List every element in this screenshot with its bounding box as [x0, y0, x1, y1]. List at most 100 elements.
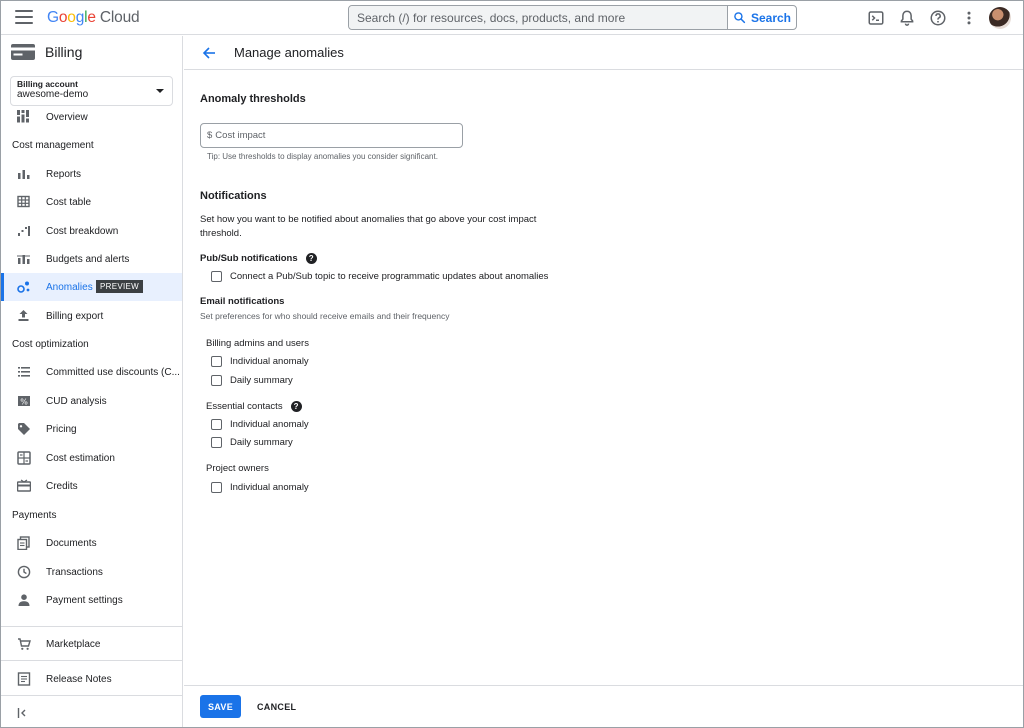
essential-contacts-daily-checkbox[interactable]: [211, 437, 222, 448]
sidebar-item-cud-analysis[interactable]: % CUD analysis: [1, 387, 182, 415]
anomalies-icon: [17, 281, 30, 293]
sidebar-item-committed-use-discounts[interactable]: Committed use discounts (C...: [1, 358, 182, 386]
billing-admins-individual-option[interactable]: Individual anomaly: [211, 356, 309, 367]
sidebar-item-documents[interactable]: Documents: [1, 529, 182, 557]
back-arrow-icon[interactable]: [202, 46, 216, 60]
tag-icon: [18, 423, 30, 435]
sidebar-item-marketplace[interactable]: Marketplace: [1, 630, 182, 658]
sidebar-item-label: Credits: [46, 480, 78, 492]
app-frame: Google Cloud Search Billing Billing acco…: [0, 0, 1024, 728]
pubsub-option[interactable]: Connect a Pub/Sub topic to receive progr…: [211, 271, 548, 282]
sidebar-item-label: Transactions: [46, 566, 103, 578]
sidebar-item-billing-export[interactable]: Billing export: [1, 302, 182, 330]
pubsub-label-text: Pub/Sub notifications: [200, 253, 298, 264]
avatar[interactable]: [989, 7, 1011, 29]
help-icon[interactable]: ?: [305, 253, 317, 264]
more-vert-icon[interactable]: [960, 9, 978, 27]
group-billing-admins: Billing admins and users: [206, 338, 309, 349]
search-input[interactable]: [349, 6, 727, 29]
threshold-tip: Tip: Use thresholds to display anomalies…: [207, 152, 438, 161]
sidebar-item-label: Anomalies: [46, 281, 93, 293]
billing-admins-daily-checkbox[interactable]: [211, 375, 222, 386]
group-project-owners-label: Project owners: [206, 463, 269, 474]
option-label: Daily summary: [230, 375, 293, 386]
preview-badge: PREVIEW: [96, 280, 143, 293]
sidebar-item-label: Committed use discounts (C...: [46, 366, 180, 378]
clock-icon: [17, 565, 31, 579]
sidebar-item-cost-estimation[interactable]: Cost estimation: [1, 444, 182, 472]
credits-icon: [17, 479, 31, 492]
sidebar-item-label: Pricing: [46, 423, 77, 435]
sidebar-item-label: Marketplace: [46, 638, 101, 650]
person-icon: [18, 594, 30, 606]
help-icon[interactable]: [929, 9, 947, 27]
sidebar-item-cost-table[interactable]: Cost table: [1, 188, 182, 216]
project-owners-individual-checkbox[interactable]: [211, 482, 222, 493]
cancel-button[interactable]: CANCEL: [251, 695, 302, 718]
page-title: Manage anomalies: [234, 45, 344, 60]
sidebar-item-label: Reports: [46, 168, 82, 180]
sidebar-item-budgets[interactable]: Budgets and alerts: [1, 245, 182, 273]
sidebar-item-pricing[interactable]: Pricing: [1, 415, 182, 443]
sidebar-item-transactions[interactable]: Transactions: [1, 558, 182, 586]
sidebar-item-cost-breakdown[interactable]: Cost breakdown: [1, 217, 182, 245]
search-button[interactable]: Search: [727, 6, 796, 29]
page-header: Manage anomalies: [184, 36, 1023, 70]
budget-icon: [17, 255, 30, 264]
billing-admins-individual-checkbox[interactable]: [211, 356, 222, 367]
sidebar-item-label: CUD analysis: [46, 395, 107, 407]
sidebar-item-overview[interactable]: Overview: [1, 103, 182, 131]
sidebar-item-reports[interactable]: Reports: [1, 160, 182, 188]
group-essential-contacts: Essential contacts ?: [206, 401, 302, 412]
sidebar-item-label: Payment settings: [46, 594, 123, 606]
currency-prefix: $: [207, 130, 213, 141]
notifications-bell-icon[interactable]: [898, 9, 916, 27]
billing-account-selector[interactable]: Billing account awesome-demo: [10, 76, 173, 106]
cloud-shell-icon[interactable]: [867, 9, 885, 27]
essential-contacts-individual-checkbox[interactable]: [211, 419, 222, 430]
option-label: Individual anomaly: [230, 356, 309, 367]
menu-icon[interactable]: [15, 10, 33, 26]
sidebar: Billing Billing account awesome-demo Ove…: [1, 36, 183, 727]
cost-impact-field[interactable]: $: [200, 123, 463, 148]
search-bar: Search: [348, 5, 797, 30]
sidebar-item-anomalies[interactable]: Anomalies PREVIEW: [1, 273, 182, 301]
billing-account-value: awesome-demo: [17, 89, 89, 100]
billing-icon: [11, 44, 35, 60]
help-icon[interactable]: ?: [290, 401, 302, 412]
pubsub-checkbox[interactable]: [211, 271, 222, 282]
collapse-sidebar-icon[interactable]: [17, 707, 29, 719]
dashboard-icon: [17, 110, 29, 123]
cost-breakdown-icon: [18, 226, 30, 236]
sidebar-divider: [1, 660, 182, 661]
sidebar-divider: [1, 626, 182, 627]
essential-contacts-daily-option[interactable]: Daily summary: [211, 437, 293, 448]
billing-admins-daily-option[interactable]: Daily summary: [211, 375, 293, 386]
svg-text:%: %: [20, 397, 28, 406]
google-cloud-logo[interactable]: Google Cloud: [47, 9, 140, 27]
table-icon: [17, 195, 30, 208]
save-button[interactable]: SAVE: [200, 695, 241, 718]
sidebar-item-label: Billing export: [46, 310, 104, 322]
sidebar-item-label: Documents: [46, 537, 97, 549]
sidebar-item-release-notes[interactable]: Release Notes: [1, 665, 182, 693]
pubsub-option-label: Connect a Pub/Sub topic to receive progr…: [230, 271, 549, 282]
search-icon: [734, 12, 746, 24]
search-button-label: Search: [750, 10, 792, 25]
sidebar-divider: [1, 695, 182, 696]
notifications-heading: Notifications: [200, 190, 267, 202]
dropdown-caret-icon: [156, 89, 164, 93]
sidebar-header: Billing: [11, 44, 82, 60]
cost-impact-input[interactable]: [215, 130, 446, 141]
sidebar-item-credits[interactable]: Credits: [1, 472, 182, 500]
logo-google: Google: [47, 9, 96, 26]
sidebar-item-payment-settings[interactable]: Payment settings: [1, 586, 182, 614]
section-cost-management: Cost management: [12, 140, 94, 151]
list-icon: [18, 367, 30, 377]
sidebar-item-label: Overview: [46, 111, 88, 123]
action-footer: SAVE CANCEL: [184, 685, 1023, 727]
essential-contacts-individual-option[interactable]: Individual anomaly: [211, 419, 309, 430]
release-notes-icon: [17, 672, 31, 686]
group-essential-contacts-label: Essential contacts: [206, 401, 283, 412]
project-owners-individual-option[interactable]: Individual anomaly: [211, 482, 309, 493]
